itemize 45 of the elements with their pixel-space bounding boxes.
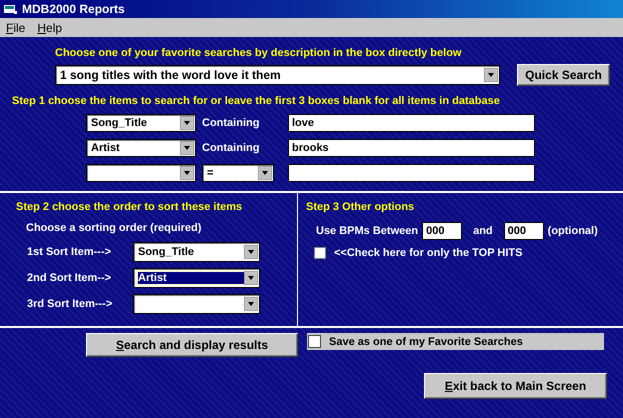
exit-button[interactable]: Exit back to Main Screen — [424, 373, 607, 399]
caret-icon[interactable] — [258, 166, 272, 180]
caret-icon[interactable] — [180, 141, 194, 155]
window-title: MDB2000 Reports — [22, 2, 125, 16]
menu-item[interactable]: Help — [37, 20, 62, 34]
heading: Step 2 choose the order to sort these items — [16, 201, 244, 213]
sort-label: 3rd Sort Item---> — [27, 298, 114, 310]
bpm-label: Use BPMs Between — [316, 225, 418, 237]
dropdown[interactable]: Song_Title — [133, 242, 260, 262]
joiner-label: and — [472, 225, 494, 237]
quick-search-button[interactable]: Quick Search — [517, 64, 610, 86]
heading: Step 1 choose the items to search for or leave the first 3 boxes blank for all items in database — [12, 95, 501, 107]
dropdown[interactable] — [86, 164, 196, 182]
heading: Choose one of your favorite searches by description in the box directly below — [55, 47, 462, 61]
menu-item[interactable]: File — [6, 20, 26, 34]
caret-icon[interactable] — [484, 68, 498, 82]
caret-icon[interactable] — [244, 297, 258, 311]
dropdown[interactable]: Song_Title — [86, 114, 196, 132]
heading: Step 3 Other options — [306, 201, 416, 213]
dropdown[interactable] — [133, 294, 260, 314]
caret-icon[interactable] — [244, 271, 258, 285]
window-icon — [4, 3, 18, 15]
checkbox-label: <<Check here for only the TOP HITS — [334, 247, 522, 259]
input-field[interactable] — [288, 164, 535, 182]
input-field[interactable]: brooks — [288, 139, 535, 157]
input-field[interactable]: 000 — [422, 222, 462, 240]
checkbox-label: Save as one of my Favorite Searches — [329, 336, 523, 348]
dropdown[interactable]: = — [202, 164, 274, 182]
note-label: (optional) — [548, 225, 598, 237]
sort-label: 2nd Sort Item--> — [27, 272, 112, 284]
caret-icon[interactable] — [180, 166, 194, 180]
dropdown[interactable]: Artist — [86, 139, 196, 157]
caret-icon[interactable] — [180, 116, 194, 130]
dropdown[interactable]: 1 song titles with the word love it them — [55, 65, 500, 85]
operator-label: Containing — [202, 117, 260, 129]
checkbox[interactable] — [308, 335, 321, 348]
checkbox[interactable] — [314, 247, 326, 259]
input-field[interactable]: love — [288, 114, 535, 132]
search-button[interactable]: Search and display results — [86, 333, 298, 357]
input-field[interactable]: 000 — [504, 222, 544, 240]
dropdown[interactable]: Artist — [133, 268, 260, 288]
caret-icon[interactable] — [244, 245, 258, 259]
sort-label: 1st Sort Item---> — [27, 246, 112, 258]
operator-label: Containing — [202, 142, 260, 154]
prompt-text: Choose a sorting order (required) — [25, 221, 202, 234]
